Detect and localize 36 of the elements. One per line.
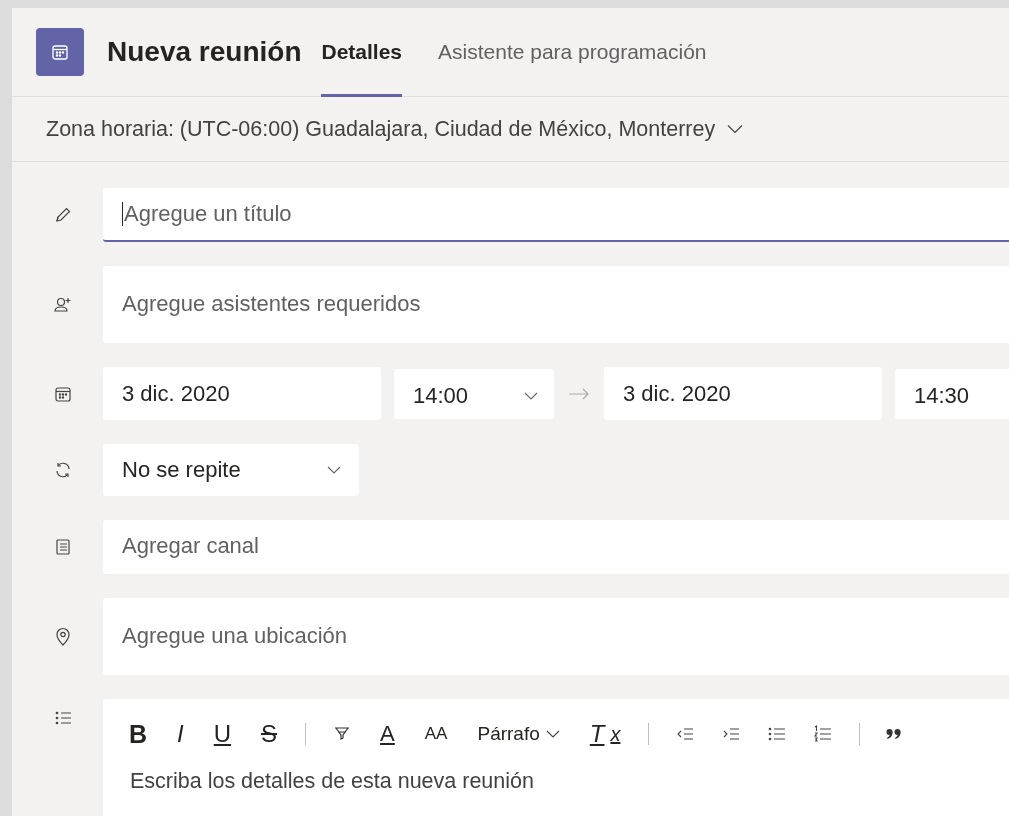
repeat-dropdown[interactable]: No se repite — [103, 444, 359, 496]
input-field[interactable]: Agregar canal — [103, 520, 1009, 574]
font-color-button[interactable]: A — [378, 721, 397, 747]
tab[interactable]: Asistente para programación — [438, 8, 707, 97]
person-add-icon — [52, 295, 73, 314]
time-dropdown[interactable]: 14:00 — [394, 368, 554, 419]
paragraph-dropdown[interactable]: Párrafo — [475, 723, 562, 745]
arrow-icon — [568, 387, 590, 400]
underline-button[interactable]: U — [211, 720, 234, 748]
quote-icon[interactable] — [886, 727, 903, 741]
chevron-down-icon — [545, 730, 560, 738]
font-size-button[interactable]: AA — [422, 724, 450, 744]
calendar-icon — [53, 384, 72, 403]
details-placeholder[interactable]: Escriba los detalles de esta nueva reunión — [127, 755, 1009, 794]
timezone-dropdown[interactable]: Zona horaria: (UTC-06:00) Guadalajara, Ciudad de México, Monterrey — [46, 116, 744, 142]
input-field[interactable]: Agregue asistentes requeridos — [103, 266, 1009, 343]
tab[interactable]: Detalles — [321, 8, 403, 97]
strikethrough-button[interactable]: S — [259, 720, 280, 748]
repeat-icon — [53, 461, 72, 479]
calendar-icon — [36, 28, 84, 76]
date-field[interactable]: 3 dic. 2020 — [604, 367, 882, 420]
input-field[interactable]: Agregue un título — [103, 188, 1009, 242]
chevron-down-icon — [327, 466, 341, 474]
channel-icon — [53, 538, 72, 556]
date-field[interactable]: 3 dic. 2020 — [103, 367, 381, 420]
location-icon — [54, 626, 71, 647]
time-dropdown[interactable]: 14:30 — [895, 368, 1009, 419]
chevron-down-icon — [727, 124, 744, 134]
pencil-icon — [53, 206, 72, 224]
chevron-down-icon — [524, 391, 538, 400]
list-icon — [53, 711, 72, 727]
input-field[interactable]: Agregue una ubicación — [103, 598, 1009, 675]
page-title: Nueva reunión — [107, 36, 302, 68]
numbered-list-icon[interactable] — [813, 724, 834, 744]
italic-button[interactable]: I — [175, 720, 186, 748]
bold-button[interactable]: B — [127, 719, 150, 749]
